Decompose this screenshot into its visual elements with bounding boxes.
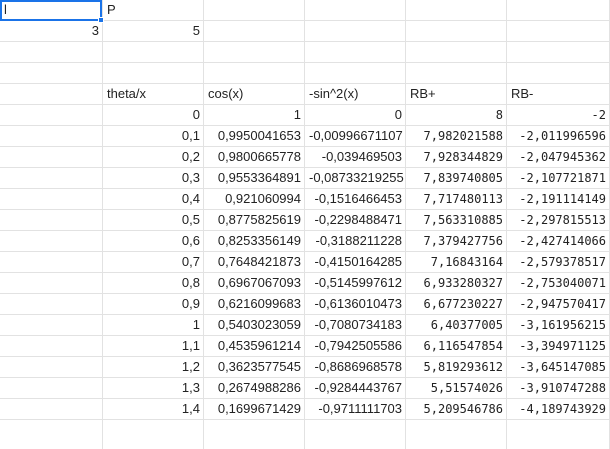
data-cell[interactable]: 6,933280327: [406, 273, 507, 293]
data-cell[interactable]: 8: [406, 105, 507, 125]
data-cell[interactable]: 6,677230227: [406, 294, 507, 314]
fill-handle[interactable]: [98, 17, 104, 23]
row-4: [0, 63, 610, 84]
data-cell[interactable]: -2,191114149: [507, 189, 610, 209]
data-cell[interactable]: 7,16843164: [406, 252, 507, 272]
cell-a2[interactable]: 3: [0, 21, 103, 41]
data-cell[interactable]: 7,982021588: [406, 126, 507, 146]
data-cell[interactable]: 0,7648421873: [204, 252, 305, 272]
data-cell[interactable]: 7,563310885: [406, 210, 507, 230]
data-cell[interactable]: 6,40377005: [406, 315, 507, 335]
header-rb-plus[interactable]: RB+: [406, 84, 507, 104]
data-cell[interactable]: 0,1: [103, 126, 204, 146]
data-cell[interactable]: 0,4535961214: [204, 336, 305, 356]
data-cell[interactable]: 7,928344829: [406, 147, 507, 167]
data-cell[interactable]: 0: [305, 105, 406, 125]
data-cell[interactable]: -0,7080734183: [305, 315, 406, 335]
cell-b2[interactable]: 5: [103, 21, 204, 41]
data-cell[interactable]: 0,6967067093: [204, 273, 305, 293]
data-cell[interactable]: -2,297815513: [507, 210, 610, 230]
data-cell[interactable]: -2,107721871: [507, 168, 610, 188]
data-cell[interactable]: -3,161956215: [507, 315, 610, 335]
spreadsheet-grid[interactable]: l P 3 5 theta/x cos(x) -sin^2(x) RB+ RB-…: [0, 0, 610, 449]
selected-cell-outline: [0, 0, 102, 21]
data-cell[interactable]: -0,7942505586: [305, 336, 406, 356]
data-cell[interactable]: 0,3623577545: [204, 357, 305, 377]
data-cell[interactable]: -0,00996671107: [305, 126, 406, 146]
header-sin2[interactable]: -sin^2(x): [305, 84, 406, 104]
data-cell[interactable]: -2: [507, 105, 610, 125]
cell-b1[interactable]: P: [103, 0, 204, 20]
data-cell[interactable]: 0,8: [103, 273, 204, 293]
data-cell[interactable]: 0,9: [103, 294, 204, 314]
data-cell[interactable]: -3,910747288: [507, 378, 610, 398]
data-cell[interactable]: 7,379427756: [406, 231, 507, 251]
header-rb-minus[interactable]: RB-: [507, 84, 610, 104]
data-cell[interactable]: 5,819293612: [406, 357, 507, 377]
data-cell[interactable]: 0,5403023059: [204, 315, 305, 335]
data-cell[interactable]: -0,9711111703: [305, 399, 406, 419]
data-cell[interactable]: 1,3: [103, 378, 204, 398]
data-cell[interactable]: 0,7: [103, 252, 204, 272]
data-cell[interactable]: -3,645147085: [507, 357, 610, 377]
data-cell[interactable]: -0,6136010473: [305, 294, 406, 314]
data-cell[interactable]: -0,3188211228: [305, 231, 406, 251]
data-cell[interactable]: -0,2298488471: [305, 210, 406, 230]
data-cell[interactable]: -0,8686968578: [305, 357, 406, 377]
data-cell[interactable]: -0,08733219255: [305, 168, 406, 188]
data-cell[interactable]: 0,8253356149: [204, 231, 305, 251]
data-cell[interactable]: 1,4: [103, 399, 204, 419]
data-cell[interactable]: 6,116547854: [406, 336, 507, 356]
data-cell[interactable]: 5,209546786: [406, 399, 507, 419]
data-cell[interactable]: 0,1699671429: [204, 399, 305, 419]
data-cell[interactable]: 0,2: [103, 147, 204, 167]
header-theta[interactable]: theta/x: [103, 84, 204, 104]
data-cell[interactable]: 1: [204, 105, 305, 125]
data-cell[interactable]: 1,2: [103, 357, 204, 377]
data-cell[interactable]: 0: [103, 105, 204, 125]
data-cell[interactable]: -2,427414066: [507, 231, 610, 251]
data-cell[interactable]: -4,189743929: [507, 399, 610, 419]
data-cell[interactable]: -0,1516466453: [305, 189, 406, 209]
data-cell[interactable]: -0,039469503: [305, 147, 406, 167]
data-cell[interactable]: 7,717480113: [406, 189, 507, 209]
data-cell[interactable]: -0,5145997612: [305, 273, 406, 293]
data-cell[interactable]: -2,947570417: [507, 294, 610, 314]
data-cell[interactable]: 0,9950041653: [204, 126, 305, 146]
header-cos[interactable]: cos(x): [204, 84, 305, 104]
data-cell[interactable]: -2,579378517: [507, 252, 610, 272]
data-cell[interactable]: -0,4150164285: [305, 252, 406, 272]
data-cell[interactable]: 1,1: [103, 336, 204, 356]
row-3: [0, 42, 610, 63]
data-cell[interactable]: -2,047945362: [507, 147, 610, 167]
data-cell[interactable]: 1: [103, 315, 204, 335]
data-cell[interactable]: -3,394971125: [507, 336, 610, 356]
data-cell[interactable]: 0,2674988286: [204, 378, 305, 398]
data-cell[interactable]: 0,9800665778: [204, 147, 305, 167]
data-cell[interactable]: 0,3: [103, 168, 204, 188]
data-cell[interactable]: 7,839740805: [406, 168, 507, 188]
data-cell[interactable]: 0,9553364891: [204, 168, 305, 188]
data-cell[interactable]: -2,011996596: [507, 126, 610, 146]
data-cell[interactable]: 0,6: [103, 231, 204, 251]
data-cell[interactable]: 0,6216099683: [204, 294, 305, 314]
data-cell[interactable]: 5,51574026: [406, 378, 507, 398]
data-cell[interactable]: 0,8775825619: [204, 210, 305, 230]
data-cell[interactable]: 0,921060994: [204, 189, 305, 209]
data-cell[interactable]: 0,4: [103, 189, 204, 209]
data-cell[interactable]: 0,5: [103, 210, 204, 230]
data-cell[interactable]: -0,9284443767: [305, 378, 406, 398]
data-cell[interactable]: -2,753040071: [507, 273, 610, 293]
